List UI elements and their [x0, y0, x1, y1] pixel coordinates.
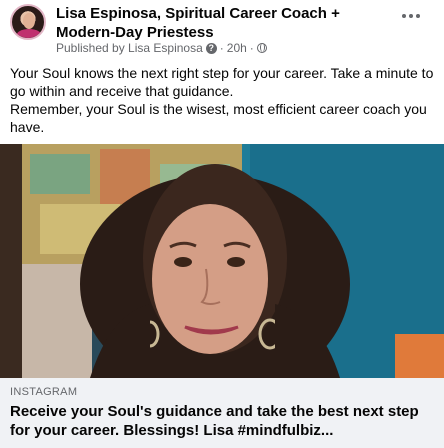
facebook-post: Lisa Espinosa, Spiritual Career Coach + …: [0, 0, 444, 448]
meta-separator: ·: [219, 41, 224, 55]
post-message: Your Soul knows the next right step for …: [10, 64, 434, 136]
post-meta: Published by Lisa Espinosa ? · 20h ·: [56, 41, 267, 55]
post-header: Lisa Espinosa, Spiritual Career Coach + …: [0, 0, 444, 60]
dot-icon: [416, 14, 420, 18]
link-preview-caption[interactable]: INSTAGRAM Receive your Soul's guidance a…: [0, 378, 444, 448]
help-icon[interactable]: ?: [205, 42, 217, 54]
published-by-label[interactable]: Published by Lisa Espinosa: [56, 41, 203, 55]
author-avatar[interactable]: [10, 4, 46, 40]
post-time[interactable]: 20h: [227, 41, 247, 55]
author-name[interactable]: Lisa Espinosa, Spiritual Career Coach + …: [56, 4, 396, 42]
avatar-shirt: [16, 29, 42, 38]
link-preview-image[interactable]: [0, 144, 444, 378]
more-options-button[interactable]: [398, 6, 424, 26]
meta-separator: ·: [249, 41, 254, 55]
link-title[interactable]: Receive your Soul's guidance and take th…: [10, 402, 430, 440]
message-line: Remember, your Soul is the wisest, most …: [10, 101, 427, 135]
message-line: Your Soul knows the next right step for …: [10, 65, 434, 99]
dot-icon: [402, 14, 406, 18]
globe-icon[interactable]: [256, 43, 267, 53]
avatar-face: [23, 13, 35, 29]
portrait-photo: [0, 144, 444, 378]
link-source: INSTAGRAM: [10, 386, 78, 398]
dot-icon: [409, 14, 413, 18]
